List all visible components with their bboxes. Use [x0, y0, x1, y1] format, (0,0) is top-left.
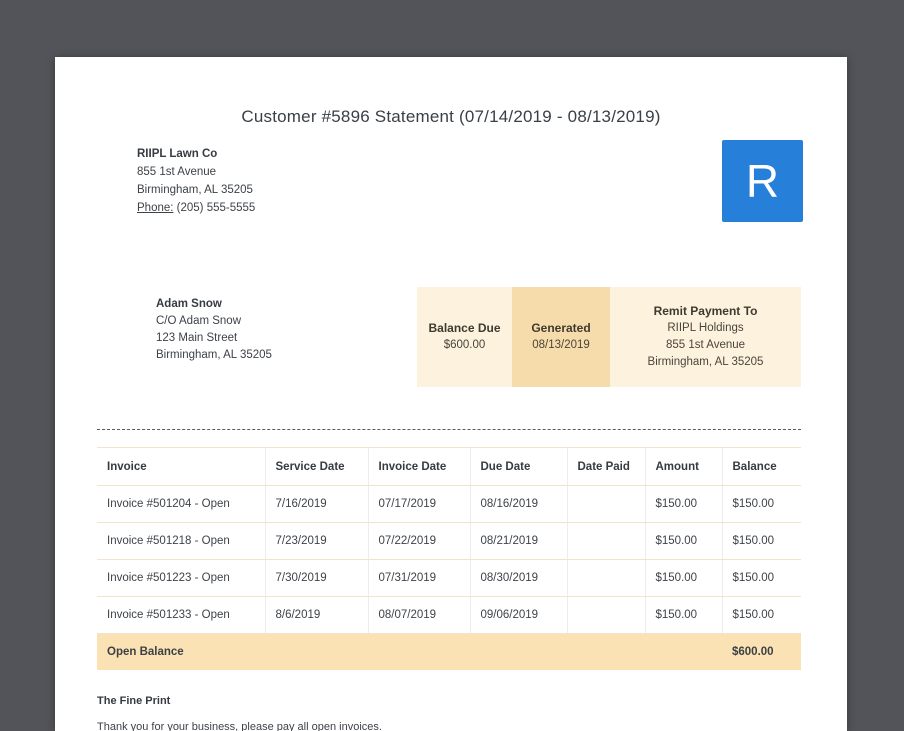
cell-date-paid	[567, 559, 646, 597]
company-phone: Phone: (205) 555-5555	[137, 199, 255, 217]
page-title: Customer #5896 Statement (07/14/2019 - 0…	[241, 107, 661, 126]
company-address-line1: 855 1st Avenue	[137, 166, 217, 178]
cell-service-date: 7/30/2019	[265, 559, 369, 597]
company-info: RIIPL Lawn Co 855 1st Avenue Birmingham,…	[137, 145, 255, 217]
open-balance-total: $600.00	[722, 633, 801, 670]
balance-due-box: Balance Due $600.00	[417, 287, 512, 387]
cell-invoice: Invoice #501233 - Open	[97, 596, 266, 634]
cell-invoice-date: 07/17/2019	[368, 485, 471, 523]
fine-print-heading: The Fine Print	[97, 695, 171, 707]
balance-due-label: Balance Due	[428, 321, 501, 335]
cell-due-date: 08/21/2019	[470, 522, 568, 560]
cell-invoice: Invoice #501204 - Open	[97, 485, 266, 523]
cell-invoice: Invoice #501218 - Open	[97, 522, 266, 560]
cell-due-date: 08/16/2019	[470, 485, 568, 523]
header-invoice-date: Invoice Date	[368, 447, 471, 486]
open-balance-row: Open Balance $600.00	[97, 633, 801, 670]
remit-address2: Birmingham, AL 35205	[647, 356, 764, 368]
generated-label: Generated	[531, 321, 591, 335]
cell-service-date: 8/6/2019	[265, 596, 369, 634]
header-due-date: Due Date	[470, 447, 568, 486]
viewer-background: Customer #5896 Statement (07/14/2019 - 0…	[0, 0, 904, 731]
remit-label: Remit Payment To	[653, 304, 758, 318]
table-row: Invoice #501204 - Open 7/16/2019 07/17/2…	[97, 485, 801, 523]
cell-invoice-date: 07/31/2019	[368, 559, 471, 597]
cell-balance: $150.00	[722, 485, 801, 523]
invoice-table-container: Invoice Service Date Invoice Date Due Da…	[97, 447, 801, 670]
cell-service-date: 7/23/2019	[265, 522, 369, 560]
cell-date-paid	[567, 596, 646, 634]
cell-amount: $150.00	[645, 485, 723, 523]
table-header-row: Invoice Service Date Invoice Date Due Da…	[97, 447, 801, 486]
cell-date-paid	[567, 522, 646, 560]
cell-due-date: 09/06/2019	[470, 596, 568, 634]
cell-date-paid	[567, 485, 646, 523]
header-amount: Amount	[645, 447, 723, 486]
phone-number: (205) 555-5555	[176, 202, 256, 214]
remit-name: RIIPL Holdings	[667, 322, 744, 334]
phone-label: Phone:	[137, 202, 174, 214]
header-balance: Balance	[722, 447, 801, 486]
header-invoice: Invoice	[97, 447, 266, 486]
cell-invoice-date: 08/07/2019	[368, 596, 471, 634]
summary-strip: Balance Due $600.00 Generated 08/13/2019…	[417, 287, 801, 387]
cell-invoice-date: 07/22/2019	[368, 522, 471, 560]
generated-box: Generated 08/13/2019	[512, 287, 610, 387]
cell-service-date: 7/16/2019	[265, 485, 369, 523]
customer-address-line2: Birmingham, AL 35205	[156, 349, 272, 361]
table-row: Invoice #501233 - Open 8/6/2019 08/07/20…	[97, 596, 801, 634]
logo-letter: R	[745, 155, 780, 207]
header-service-date: Service Date	[265, 447, 369, 486]
cell-amount: $150.00	[645, 522, 723, 560]
cell-invoice: Invoice #501223 - Open	[97, 559, 266, 597]
fine-print-text: Thank you for your business, please pay …	[97, 721, 382, 731]
customer-care-of: C/O Adam Snow	[156, 315, 242, 327]
company-name: RIIPL Lawn Co	[137, 148, 218, 160]
company-address-line2: Birmingham, AL 35205	[137, 184, 253, 196]
balance-due-value: $600.00	[443, 339, 486, 351]
invoice-table: Invoice Service Date Invoice Date Due Da…	[97, 447, 801, 670]
open-balance-label: Open Balance	[97, 633, 722, 670]
remit-address1: 855 1st Avenue	[665, 339, 746, 351]
header-date-paid: Date Paid	[567, 447, 646, 486]
table-row: Invoice #501223 - Open 7/30/2019 07/31/2…	[97, 559, 801, 597]
dashed-divider	[97, 429, 801, 430]
table-row: Invoice #501218 - Open 7/23/2019 07/22/2…	[97, 522, 801, 560]
remit-payment-box: Remit Payment To RIIPL Holdings 855 1st …	[610, 287, 801, 387]
company-logo: R	[722, 140, 803, 222]
cell-due-date: 08/30/2019	[470, 559, 568, 597]
statement-page: Customer #5896 Statement (07/14/2019 - 0…	[55, 57, 847, 731]
customer-info: Adam Snow C/O Adam Snow 123 Main Street …	[156, 296, 272, 364]
cell-balance: $150.00	[722, 522, 801, 560]
cell-balance: $150.00	[722, 596, 801, 634]
customer-name: Adam Snow	[156, 298, 222, 310]
generated-value: 08/13/2019	[532, 339, 590, 351]
cell-amount: $150.00	[645, 559, 723, 597]
customer-address-line1: 123 Main Street	[156, 332, 238, 344]
cell-balance: $150.00	[722, 559, 801, 597]
cell-amount: $150.00	[645, 596, 723, 634]
